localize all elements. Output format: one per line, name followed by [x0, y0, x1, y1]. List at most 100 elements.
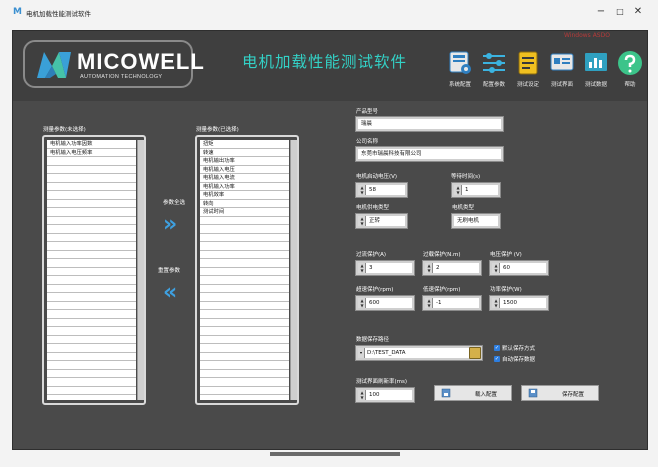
list-item[interactable] — [200, 378, 289, 387]
list-item[interactable] — [47, 242, 136, 251]
list-item[interactable] — [200, 387, 289, 395]
list-item[interactable] — [47, 251, 136, 259]
list-item[interactable] — [47, 302, 136, 310]
list-item[interactable] — [47, 157, 136, 166]
toolbar-help[interactable]: 帮助 — [613, 50, 647, 96]
list-item[interactable] — [47, 353, 136, 361]
list-item[interactable]: 电机输入功率因数 — [47, 140, 136, 149]
list-item[interactable]: 转向 — [200, 200, 289, 208]
company-input[interactable]: 东莞市瑞晨科技有限公司 — [355, 146, 504, 162]
power-type-select[interactable]: ▲ ▼ 正转 — [355, 213, 408, 229]
list-item[interactable] — [47, 336, 136, 344]
spin-buttons[interactable]: ▲ ▼ — [358, 263, 366, 273]
list-item[interactable] — [47, 361, 136, 370]
list-item[interactable] — [200, 217, 289, 225]
list-item[interactable]: 电机输出功率 — [200, 157, 289, 166]
save-path-input[interactable]: ▾ D:\TEST_DATA — [355, 345, 483, 361]
list-item[interactable] — [47, 234, 136, 242]
list-item[interactable] — [200, 293, 289, 302]
wait-time-stepper[interactable]: ▲ ▼ 1 — [451, 182, 501, 198]
list-item[interactable] — [200, 302, 289, 310]
list-item[interactable]: 测试时间 — [200, 208, 289, 217]
list-item[interactable] — [200, 268, 289, 276]
toolbar-parameters[interactable]: 配置参数 — [477, 50, 511, 96]
over-current-stepper[interactable]: ▲ ▼ 3 — [355, 260, 415, 276]
browse-folder-button[interactable] — [469, 347, 481, 359]
spin-buttons[interactable]: ▲ ▼ — [358, 390, 366, 400]
list-item[interactable] — [47, 208, 136, 217]
list-item[interactable] — [47, 174, 136, 183]
list-item[interactable] — [200, 361, 289, 370]
spin-buttons[interactable]: ▲ ▼ — [358, 216, 366, 226]
default-save-checkbox[interactable]: ✓ 默认保存方式 — [494, 344, 535, 352]
list-item[interactable] — [200, 285, 289, 293]
toolbar-system-config[interactable]: 系统配置 — [443, 50, 477, 96]
spin-buttons[interactable]: ▲ ▼ — [358, 185, 366, 195]
motor-type-input[interactable]: 无刷电机 — [451, 213, 501, 229]
list-item[interactable] — [47, 191, 136, 200]
list-item[interactable] — [47, 285, 136, 293]
spin-buttons[interactable]: ▲ ▼ — [492, 298, 500, 308]
list-item[interactable] — [47, 327, 136, 336]
list-item[interactable] — [47, 166, 136, 174]
toolbar-test-settings[interactable]: 测试设定 — [511, 50, 545, 96]
list-item[interactable] — [47, 344, 136, 353]
list-item[interactable] — [47, 259, 136, 268]
list-item[interactable] — [47, 319, 136, 327]
unselected-params-list[interactable]: 电机输入功率因数 电机输入电压频率 — [47, 140, 136, 400]
toolbar-test-interface[interactable]: 测试界面 — [545, 50, 579, 96]
list-item[interactable]: 转速 — [200, 149, 289, 157]
spin-buttons[interactable]: ▲ ▼ — [425, 263, 433, 273]
voltage-protect-stepper[interactable]: ▲ ▼ 60 — [489, 260, 549, 276]
close-button[interactable]: ✕ — [630, 4, 646, 20]
spin-buttons[interactable]: ▲ ▼ — [492, 263, 500, 273]
list-item[interactable] — [47, 200, 136, 208]
product-model-input[interactable]: 瑞晨 — [355, 116, 504, 132]
spin-buttons[interactable]: ▲ ▼ — [358, 298, 366, 308]
list-item[interactable] — [47, 310, 136, 319]
list-scrollbar[interactable] — [137, 140, 144, 400]
list-item[interactable] — [200, 319, 289, 327]
list-item[interactable] — [200, 327, 289, 336]
refresh-rate-stepper[interactable]: ▲ ▼ 100 — [355, 387, 415, 403]
start-voltage-stepper[interactable]: ▲ ▼ 58 — [355, 182, 408, 198]
save-config-button[interactable]: 保存配置 — [521, 385, 599, 401]
list-item[interactable] — [47, 293, 136, 302]
over-speed-stepper[interactable]: ▲ ▼ 600 — [355, 295, 415, 311]
low-speed-stepper[interactable]: ▲ ▼ -1 — [422, 295, 482, 311]
list-item[interactable] — [200, 225, 289, 234]
list-item[interactable] — [200, 370, 289, 378]
list-item[interactable] — [47, 183, 136, 191]
list-item[interactable] — [200, 251, 289, 259]
list-item[interactable]: 电机输入电流 — [200, 174, 289, 183]
list-item[interactable] — [200, 310, 289, 319]
list-item[interactable]: 电机输入电压频率 — [47, 149, 136, 157]
list-item[interactable] — [200, 336, 289, 344]
list-item[interactable] — [47, 370, 136, 378]
auto-save-checkbox[interactable]: ✓ 自动保存数据 — [494, 355, 535, 363]
list-item[interactable] — [47, 217, 136, 225]
minimize-button[interactable]: − — [593, 4, 609, 20]
move-right-arrow-icon[interactable]: » — [163, 214, 177, 236]
list-item[interactable] — [200, 259, 289, 268]
spin-buttons[interactable]: ▲ ▼ — [454, 185, 462, 195]
list-item[interactable] — [47, 387, 136, 395]
list-item[interactable] — [200, 242, 289, 251]
selected-params-list[interactable]: 扭矩 转速 电机输出功率 电机输入电压 电机输入电流 电机输入功率 电机效率 转向 测试时间 — [200, 140, 289, 400]
load-config-button[interactable]: 载入配置 — [434, 385, 512, 401]
list-item[interactable] — [47, 268, 136, 276]
list-item[interactable] — [200, 344, 289, 353]
list-item[interactable] — [47, 225, 136, 234]
list-item[interactable] — [47, 378, 136, 387]
list-item[interactable]: 扭矩 — [200, 140, 289, 149]
list-item[interactable] — [200, 353, 289, 361]
toolbar-test-data[interactable]: 测试数据 — [579, 50, 613, 96]
list-item[interactable] — [200, 234, 289, 242]
move-left-arrow-icon[interactable]: « — [163, 282, 177, 304]
list-item[interactable] — [47, 276, 136, 285]
power-protect-stepper[interactable]: ▲ ▼ 1500 — [489, 295, 549, 311]
list-item[interactable]: 电机效率 — [200, 191, 289, 200]
spin-buttons[interactable]: ▲ ▼ — [425, 298, 433, 308]
list-scrollbar[interactable] — [290, 140, 297, 400]
list-item[interactable]: 电机输入功率 — [200, 183, 289, 191]
